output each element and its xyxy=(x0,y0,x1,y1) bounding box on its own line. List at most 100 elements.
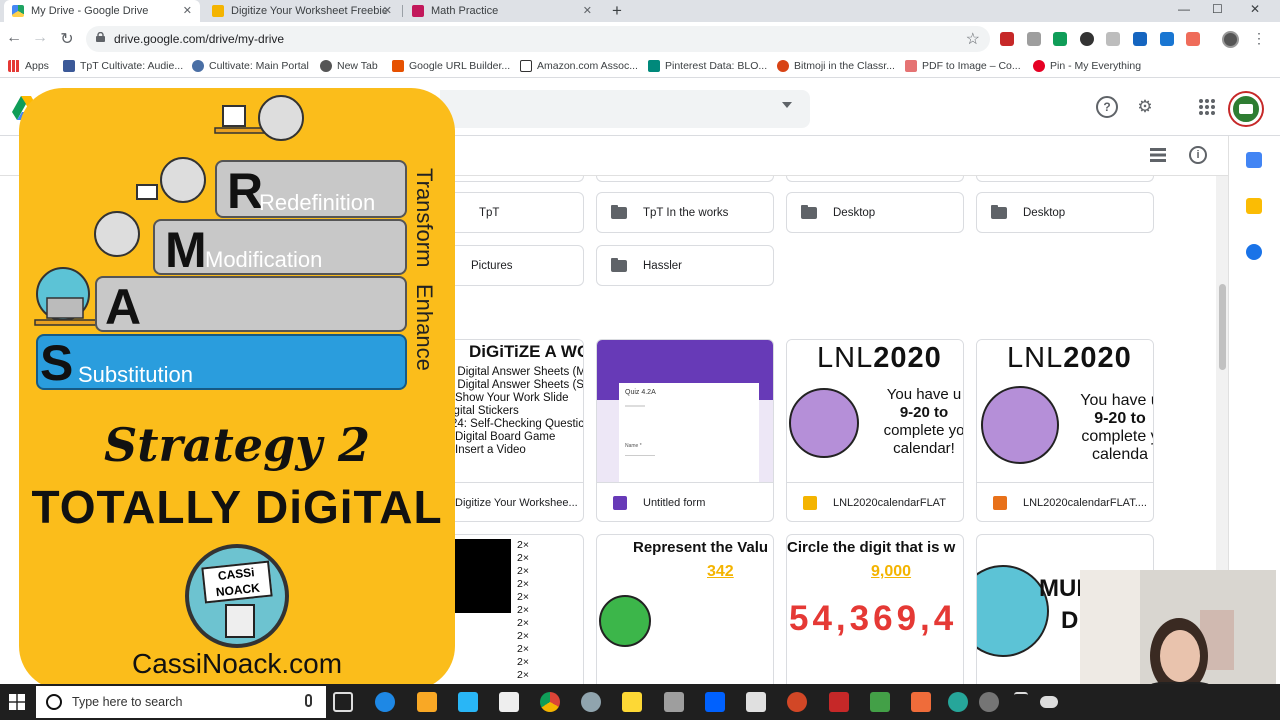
reload-button[interactable]: ↻ xyxy=(57,29,77,49)
task-view-icon[interactable] xyxy=(333,692,353,712)
file-card-lnl2020-calendar-pptx[interactable]: LNL2020 You have u 9-20 to complete y ca… xyxy=(976,339,1154,522)
bookmark-apps[interactable]: Apps xyxy=(8,60,49,72)
new-tab-button[interactable]: + xyxy=(612,1,622,21)
mail-icon[interactable] xyxy=(499,692,519,712)
bookmark-tpt-cultivate[interactable]: TpT Cultivate: Audie... xyxy=(63,60,183,72)
kajabi-icon xyxy=(192,60,204,72)
thumbnail-line: Insert a Video xyxy=(455,444,526,456)
extension-arrow-icon[interactable] xyxy=(1186,32,1200,46)
extension-iq-icon[interactable] xyxy=(1133,32,1147,46)
file-card-untitled-form[interactable]: Quiz 4.2A Name * Untitled form xyxy=(596,339,774,522)
bookmark-url-builder[interactable]: Google URL Builder... xyxy=(392,60,510,72)
drive-search-box[interactable] xyxy=(440,90,810,128)
multiplier-item: 2× xyxy=(517,643,529,655)
extension-pdf-icon[interactable] xyxy=(1000,32,1014,46)
bookmark-cultivate-portal[interactable]: Cultivate: Main Portal xyxy=(192,60,309,72)
help-icon[interactable]: ? xyxy=(1096,96,1118,118)
tab-my-drive[interactable]: My Drive - Google Drive ✕ xyxy=(4,0,200,22)
people-icon[interactable] xyxy=(979,692,999,712)
search-placeholder: Type here to search xyxy=(72,695,183,709)
tab-digitize-worksheet[interactable]: Digitize Your Worksheet Freebie ✕ xyxy=(204,0,400,22)
bookmark-amazon[interactable]: Amazon.com Assoc... xyxy=(520,60,638,72)
extension-download-icon[interactable] xyxy=(1106,32,1120,46)
chrome-menu-icon[interactable]: ⋮ xyxy=(1252,30,1266,47)
minimize-button[interactable]: — xyxy=(1178,2,1190,16)
title-part: LNL xyxy=(1007,342,1064,374)
step-letter: R xyxy=(227,163,264,219)
file-card-lnl2020-calendar[interactable]: LNL2020 You have u 9-20 to complete yo c… xyxy=(786,339,964,522)
windows-start-icon[interactable] xyxy=(9,694,25,710)
folder-desktop[interactable]: Desktop xyxy=(786,192,964,233)
close-window-button[interactable]: ✕ xyxy=(1250,2,1260,16)
bookmark-pinterest[interactable]: Pin - My Everything xyxy=(1033,60,1141,72)
scrollbar-thumb[interactable] xyxy=(1219,284,1226,370)
google-apps-grid-icon[interactable] xyxy=(1196,96,1218,118)
taskbar-search-box[interactable]: Type here to search xyxy=(36,686,326,718)
extension-code-icon[interactable] xyxy=(1027,32,1041,46)
thumbnail-line: calenda xyxy=(1091,446,1149,463)
bookmark-label: Cultivate: Main Portal xyxy=(209,60,309,72)
list-view-icon[interactable] xyxy=(1150,148,1166,162)
address-bar[interactable]: drive.google.com/drive/my-drive ☆ xyxy=(86,26,990,52)
tray-chevron-icon[interactable] xyxy=(1014,692,1028,712)
forward-button[interactable]: → xyxy=(30,29,50,47)
close-tab-icon[interactable]: ✕ xyxy=(183,4,192,17)
totally-digital-title: TOTALLY DiGiTAL xyxy=(31,481,443,533)
file-explorer-icon[interactable] xyxy=(417,692,437,712)
extension-feather-icon[interactable] xyxy=(1160,32,1174,46)
screen: My Drive - Google Drive ✕ Digitize Your … xyxy=(0,0,1280,720)
folder-name: Hassler xyxy=(643,259,682,272)
thumbnail-line: You have u xyxy=(886,386,962,403)
folder-icon xyxy=(801,204,817,219)
bookmark-pdf-to-image[interactable]: PDF to Image – Co... xyxy=(905,60,1021,72)
microphone-icon[interactable] xyxy=(305,694,312,707)
search-options-icon[interactable] xyxy=(782,102,792,108)
camtasia-orange-icon[interactable] xyxy=(911,692,931,712)
samr-step-redefinition: R Redefinition xyxy=(215,160,407,218)
tab-math-practice[interactable]: Math Practice ✕ xyxy=(404,0,600,22)
settings-gear-icon[interactable]: ⚙ xyxy=(1134,96,1156,118)
lightning-app-icon[interactable] xyxy=(458,692,478,712)
pinterest-icon xyxy=(1033,60,1045,72)
camtasia-green-icon[interactable] xyxy=(870,692,890,712)
file-card-circle-digit[interactable]: Circle the digit that is w 9,000 54,369,… xyxy=(786,534,964,684)
help-app-icon[interactable] xyxy=(948,692,968,712)
sticky-notes-icon[interactable] xyxy=(622,692,642,712)
bookmark-label: Google URL Builder... xyxy=(409,60,511,72)
onedrive-icon[interactable] xyxy=(1040,696,1058,708)
file-card-represent-value[interactable]: Represent the Valu 342 xyxy=(596,534,774,684)
calculator-icon[interactable] xyxy=(664,692,684,712)
bookmark-pinterest-data[interactable]: Pinterest Data: BLO... xyxy=(648,60,767,72)
profile-avatar[interactable] xyxy=(1222,31,1239,48)
edge-browser-icon[interactable] xyxy=(375,692,395,712)
keep-icon[interactable] xyxy=(1246,198,1262,214)
close-tab-icon[interactable]: ✕ xyxy=(583,4,592,17)
info-icon[interactable]: i xyxy=(1189,146,1207,164)
calendar-icon[interactable] xyxy=(1246,152,1262,168)
store-icon[interactable] xyxy=(746,692,766,712)
bookmark-new-tab[interactable]: New Tab xyxy=(320,60,378,72)
dropbox-icon[interactable] xyxy=(705,692,725,712)
calendar-app-icon[interactable] xyxy=(829,692,849,712)
chrome-icon[interactable] xyxy=(540,692,560,712)
powerpoint-app-icon[interactable] xyxy=(787,692,807,712)
file-thumbnail: Quiz 4.2A Name * xyxy=(597,340,773,482)
account-avatar[interactable] xyxy=(1230,93,1262,125)
snip-tool-icon[interactable] xyxy=(581,692,601,712)
purple-ball-character xyxy=(981,386,1059,464)
maximize-button[interactable]: ☐ xyxy=(1212,2,1223,16)
folder-tpt-in-the-works[interactable]: TpT In the works xyxy=(596,192,774,233)
url-text: drive.google.com/drive/my-drive xyxy=(114,32,285,46)
bookmark-star-icon[interactable]: ☆ xyxy=(966,29,980,49)
folder-desktop-2[interactable]: Desktop xyxy=(976,192,1154,233)
black-block xyxy=(453,539,511,613)
extension-sheets-icon[interactable] xyxy=(1053,32,1067,46)
folder-hassler[interactable]: Hassler xyxy=(596,245,774,286)
extension-k-icon[interactable] xyxy=(1080,32,1094,46)
bookmark-bitmoji[interactable]: Bitmoji in the Classr... xyxy=(777,60,895,72)
close-tab-icon[interactable]: ✕ xyxy=(383,4,392,17)
back-button[interactable]: ← xyxy=(4,29,24,47)
tasks-icon[interactable] xyxy=(1246,244,1262,260)
form-title: Quiz 4.2A xyxy=(625,389,656,396)
thumbnail-line: complete yo xyxy=(883,422,963,439)
